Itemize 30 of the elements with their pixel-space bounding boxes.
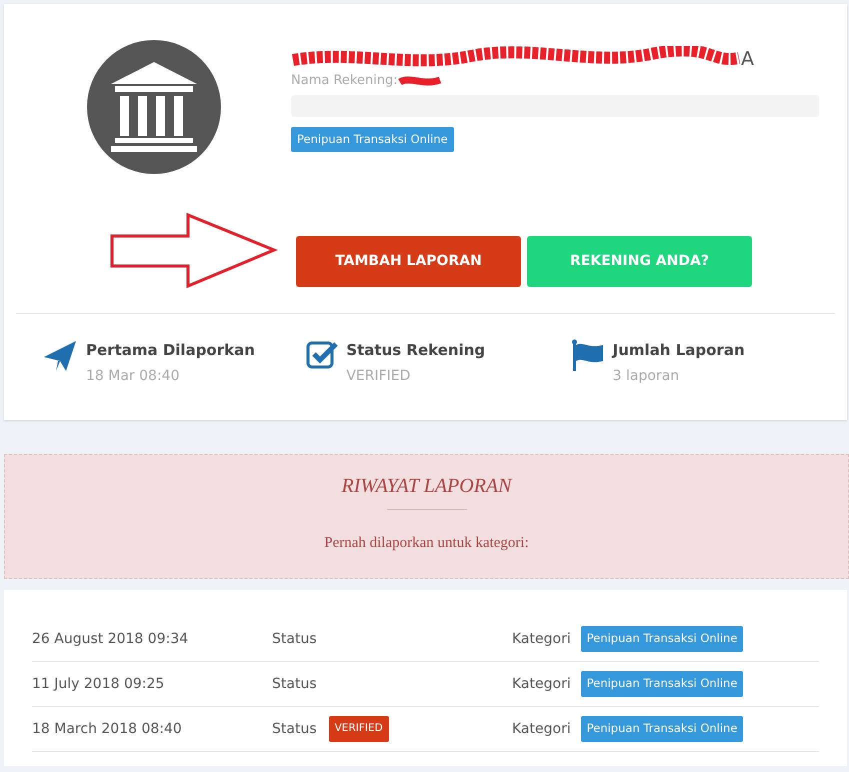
section-title: RIWAYAT LAPORAN: [342, 474, 512, 499]
category-label: Kategori: [512, 720, 571, 738]
status-label: Status: [272, 674, 317, 694]
category-badge: Penipuan Transaksi Online: [580, 716, 744, 742]
category-label: Kategori: [512, 674, 571, 694]
report-date: 11 July 2018 09:25: [32, 674, 166, 694]
add-report-button[interactable]: TAMBAH LAPORAN: [296, 236, 521, 287]
category-badge: Penipuan Transaksi Online: [580, 626, 744, 652]
account-title: A: [741, 46, 754, 72]
category-badge: Penipuan Transaksi Online: [291, 127, 454, 152]
status-badge: VERIFIED: [328, 716, 389, 742]
category-badge: Penipuan Transaksi Online: [580, 671, 744, 697]
stat-value: 3 laporan: [612, 366, 680, 386]
paper-plane-icon: [42, 339, 78, 373]
report-date: 18 March 2018 08:40: [32, 720, 183, 738]
account-name-label: Nama Rekening:: [291, 72, 398, 90]
stat-value: 18 Mar 08:40: [86, 366, 180, 386]
stat-title: Pertama Dilaporkan: [86, 340, 255, 361]
status-label: Status: [272, 720, 317, 738]
bank-icon: [86, 40, 220, 174]
stat-value: VERIFIED: [346, 366, 412, 386]
category-label: Kategori: [512, 630, 571, 648]
stat-title: Jumlah Laporan: [612, 340, 745, 361]
stat-title: Status Rekening: [346, 340, 486, 361]
flag-icon: [570, 339, 605, 373]
checkbox-icon: [306, 339, 338, 371]
section-subtitle: Pernah dilaporkan untuk kategori:: [324, 534, 529, 553]
redaction-scribble: [398, 74, 442, 88]
status-label: Status: [272, 630, 317, 648]
report-date: 26 August 2018 09:34: [32, 630, 190, 648]
